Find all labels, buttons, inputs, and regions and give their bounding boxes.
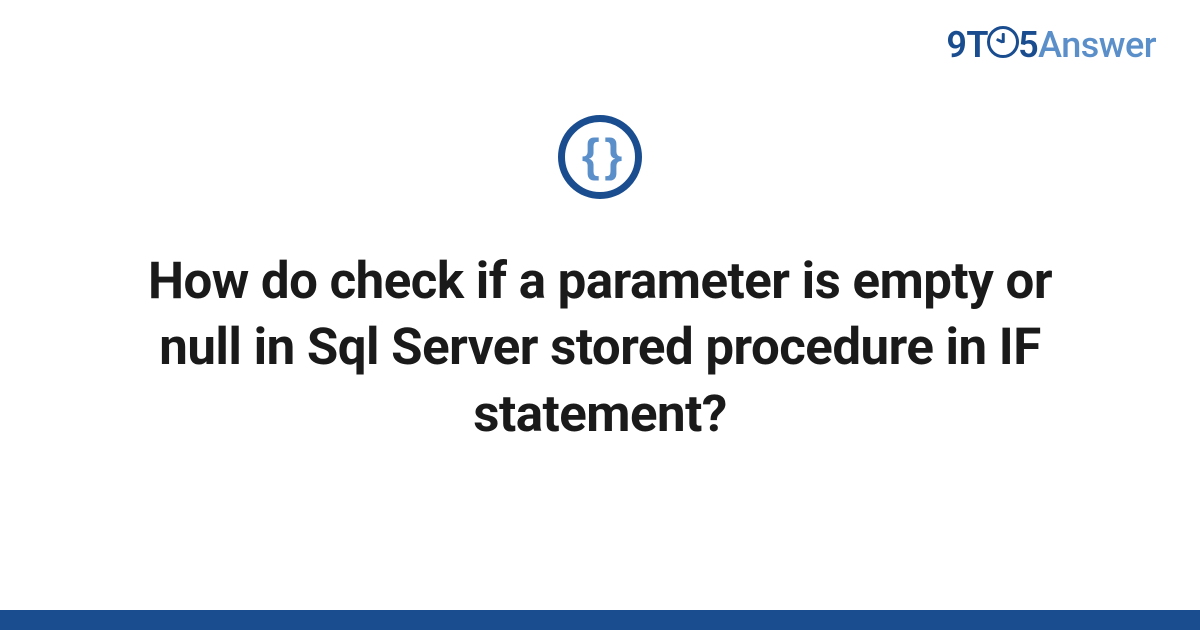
logo-text-9t: 9T (946, 24, 988, 66)
main-content: { } How do check if a parameter is empty… (0, 115, 1200, 448)
site-logo: 9T 5Answer (946, 24, 1156, 66)
footer-accent-bar (0, 610, 1200, 630)
code-braces-icon: { } (582, 132, 619, 182)
logo-text-answer: Answer (1038, 24, 1156, 66)
category-badge: { } (558, 115, 642, 199)
question-title: How do check if a parameter is empty or … (90, 249, 1110, 448)
logo-text-5: 5 (1018, 24, 1038, 66)
clock-icon (987, 26, 1019, 58)
